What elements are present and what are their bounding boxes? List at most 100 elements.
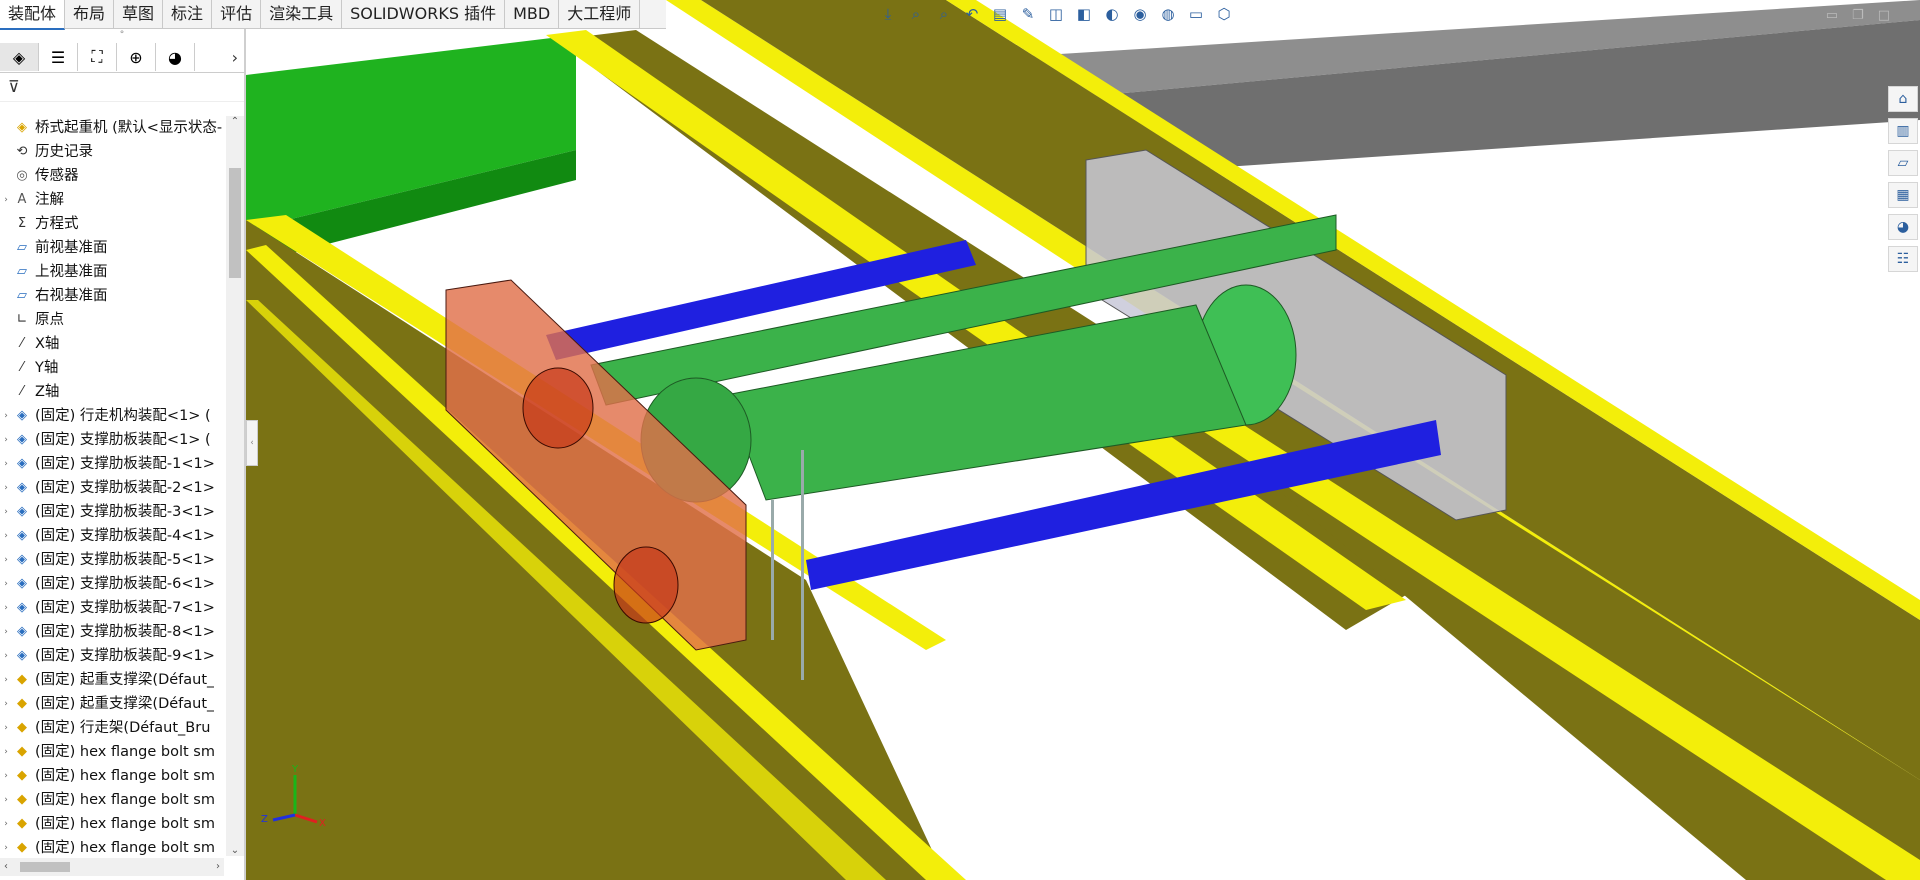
- tree-item[interactable]: ⁄ X轴: [0, 332, 224, 356]
- ribbon-tab[interactable]: 渲染工具: [261, 0, 343, 28]
- tree-item[interactable]: › ◆ (固定) hex flange bolt sm: [0, 836, 224, 856]
- view-selector-icon[interactable]: ◫: [1046, 3, 1066, 25]
- configurationmanager-icon[interactable]: ⛶: [78, 43, 117, 71]
- panel-collapse-handle[interactable]: ‹: [246, 420, 258, 466]
- ribbon-tab[interactable]: 布局: [65, 0, 115, 28]
- ribbon-tab[interactable]: 评估: [212, 0, 262, 28]
- tree-item[interactable]: › ◈ (固定) 支撑肋板装配-8<1>: [0, 620, 224, 644]
- tree-item[interactable]: › ◆ (固定) 起重支撑梁(Défaut_: [0, 668, 224, 692]
- ribbon-tab[interactable]: 草图: [114, 0, 164, 28]
- expand-arrow-icon[interactable]: ›: [0, 668, 12, 692]
- expand-arrow-icon[interactable]: ›: [0, 692, 12, 716]
- scene-icon[interactable]: ◍: [1158, 3, 1178, 25]
- tree-item[interactable]: › ◈ (固定) 支撑肋板装配-2<1>: [0, 476, 224, 500]
- expand-arrow-icon[interactable]: ›: [0, 740, 12, 764]
- graphics-area[interactable]: [246, 0, 1920, 880]
- tree-item[interactable]: › ◈ (固定) 支撑肋板装配<1> (: [0, 428, 224, 452]
- scroll-down-icon[interactable]: ⌄: [226, 845, 244, 856]
- home-icon[interactable]: ⌂: [1888, 86, 1918, 112]
- scrollbar-thumb-horizontal[interactable]: [20, 862, 70, 872]
- expand-arrow-icon[interactable]: ›: [0, 644, 12, 668]
- expand-arrow-icon[interactable]: ›: [0, 812, 12, 836]
- minimize-icon[interactable]: ▭: [1826, 8, 1838, 23]
- ribbon-tab[interactable]: 装配体: [0, 0, 66, 30]
- tree-item[interactable]: › ◈ (固定) 支撑肋板装配-7<1>: [0, 596, 224, 620]
- expand-arrow-icon[interactable]: ›: [0, 524, 12, 548]
- expand-arrow-icon[interactable]: ›: [0, 428, 12, 452]
- tree-item[interactable]: › ◆ (固定) 起重支撑梁(Défaut_: [0, 692, 224, 716]
- expand-arrow-icon[interactable]: ›: [0, 404, 12, 428]
- dimxpert-icon[interactable]: ⊕: [117, 43, 156, 71]
- expand-arrow-icon[interactable]: ›: [0, 764, 12, 788]
- ribbon-tab[interactable]: SOLIDWORKS 插件: [342, 0, 506, 28]
- expand-arrow-icon[interactable]: ›: [0, 476, 12, 500]
- expand-arrow-icon[interactable]: ›: [0, 596, 12, 620]
- tree-item[interactable]: › ◈ (固定) 支撑肋板装配-4<1>: [0, 524, 224, 548]
- dynamic-annotation-icon[interactable]: ✎: [1018, 3, 1038, 25]
- tree-item[interactable]: › ◈ (固定) 支撑肋板装配-1<1>: [0, 452, 224, 476]
- scroll-left-icon[interactable]: ‹: [4, 858, 8, 876]
- hide-show-icon[interactable]: ◐: [1102, 3, 1122, 25]
- ribbon-tab[interactable]: 大工程师: [559, 0, 641, 28]
- expand-arrow-icon[interactable]: ›: [0, 572, 12, 596]
- design-library-icon[interactable]: ▥: [1888, 118, 1918, 144]
- tree-item[interactable]: › ◈ (固定) 支撑肋板装配-6<1>: [0, 572, 224, 596]
- expand-arrow-icon[interactable]: ›: [0, 548, 12, 572]
- tree-item[interactable]: › ◆ (固定) hex flange bolt sm: [0, 812, 224, 836]
- expand-arrow-icon[interactable]: ›: [0, 788, 12, 812]
- tree-item[interactable]: ∟ 原点: [0, 308, 224, 332]
- 3d-box-icon[interactable]: ⬡: [1214, 3, 1234, 25]
- panel-grip[interactable]: °: [0, 28, 244, 42]
- view-orientation-icon[interactable]: ⤓: [878, 3, 898, 25]
- tree-item[interactable]: ◈ 桥式起重机 (默认<显示状态-: [0, 116, 224, 140]
- tree-item[interactable]: ⟲ 历史记录: [0, 140, 224, 164]
- maximize-icon[interactable]: □: [1878, 8, 1890, 23]
- tree-item[interactable]: › ◆ (固定) 行走架(Défaut_Bru: [0, 716, 224, 740]
- ribbon-tab[interactable]: 标注: [163, 0, 213, 28]
- zoom-area-icon[interactable]: ⌕: [934, 3, 954, 25]
- expand-arrow-icon[interactable]: ›: [0, 452, 12, 476]
- view-palette-icon[interactable]: ▦: [1888, 182, 1918, 208]
- zoom-to-fit-icon[interactable]: ⌕: [906, 3, 926, 25]
- filter-icon[interactable]: ⊽: [0, 73, 244, 102]
- tree-item[interactable]: › A 注解: [0, 188, 224, 212]
- tree-item[interactable]: ▱ 右视基准面: [0, 284, 224, 308]
- tree-vertical-scrollbar[interactable]: ⌃ ⌄: [226, 116, 244, 856]
- expand-arrow-icon[interactable]: ›: [0, 836, 12, 856]
- tree-item[interactable]: ▱ 前视基准面: [0, 236, 224, 260]
- scroll-up-icon[interactable]: ⌃: [226, 116, 244, 127]
- tree-item[interactable]: › ◈ (固定) 支撑肋板装配-5<1>: [0, 548, 224, 572]
- tree-item[interactable]: › ◆ (固定) hex flange bolt sm: [0, 788, 224, 812]
- scroll-right-icon[interactable]: ›: [216, 858, 220, 876]
- scrollbar-thumb[interactable]: [229, 168, 241, 278]
- tree-item[interactable]: › ◈ (固定) 支撑肋板装配-9<1>: [0, 644, 224, 668]
- tree-item[interactable]: › ◈ (固定) 支撑肋板装配-3<1>: [0, 500, 224, 524]
- chevron-right-icon[interactable]: ›: [232, 48, 238, 67]
- tree-item[interactable]: › ◈ (固定) 行走机构装配<1> (: [0, 404, 224, 428]
- display-style-icon[interactable]: ◧: [1074, 3, 1094, 25]
- tree-item[interactable]: › ◆ (固定) hex flange bolt sm: [0, 764, 224, 788]
- file-explorer-icon[interactable]: ▱: [1888, 150, 1918, 176]
- tree-item[interactable]: Σ 方程式: [0, 212, 224, 236]
- tree-item[interactable]: ⁄ Y轴: [0, 356, 224, 380]
- previous-view-icon[interactable]: ↶: [962, 3, 982, 25]
- tree-item[interactable]: ⁄ Z轴: [0, 380, 224, 404]
- section-view-icon[interactable]: ▤: [990, 3, 1010, 25]
- tree-item[interactable]: ◎ 传感器: [0, 164, 224, 188]
- ribbon-tab[interactable]: MBD: [505, 0, 560, 28]
- tree-item[interactable]: › ◆ (固定) hex flange bolt sm: [0, 740, 224, 764]
- expand-arrow-icon[interactable]: ›: [0, 620, 12, 644]
- appearances-icon[interactable]: ◕: [1888, 214, 1918, 240]
- featuremanager-icon[interactable]: ◈: [0, 43, 39, 71]
- tree-item[interactable]: ▱ 上视基准面: [0, 260, 224, 284]
- view-settings-icon[interactable]: ▭: [1186, 3, 1206, 25]
- restore-icon[interactable]: ❐: [1852, 8, 1864, 23]
- tree-horizontal-scrollbar[interactable]: ‹ ›: [0, 858, 224, 876]
- propertymanager-icon[interactable]: ☰: [39, 43, 78, 71]
- appearance-icon[interactable]: ◉: [1130, 3, 1150, 25]
- displaymanager-icon[interactable]: ◕: [156, 43, 195, 71]
- expand-arrow-icon[interactable]: ›: [0, 716, 12, 740]
- expand-arrow-icon[interactable]: ›: [0, 500, 12, 524]
- expand-arrow-icon[interactable]: ›: [0, 188, 12, 212]
- custom-properties-icon[interactable]: ☷: [1888, 246, 1918, 272]
